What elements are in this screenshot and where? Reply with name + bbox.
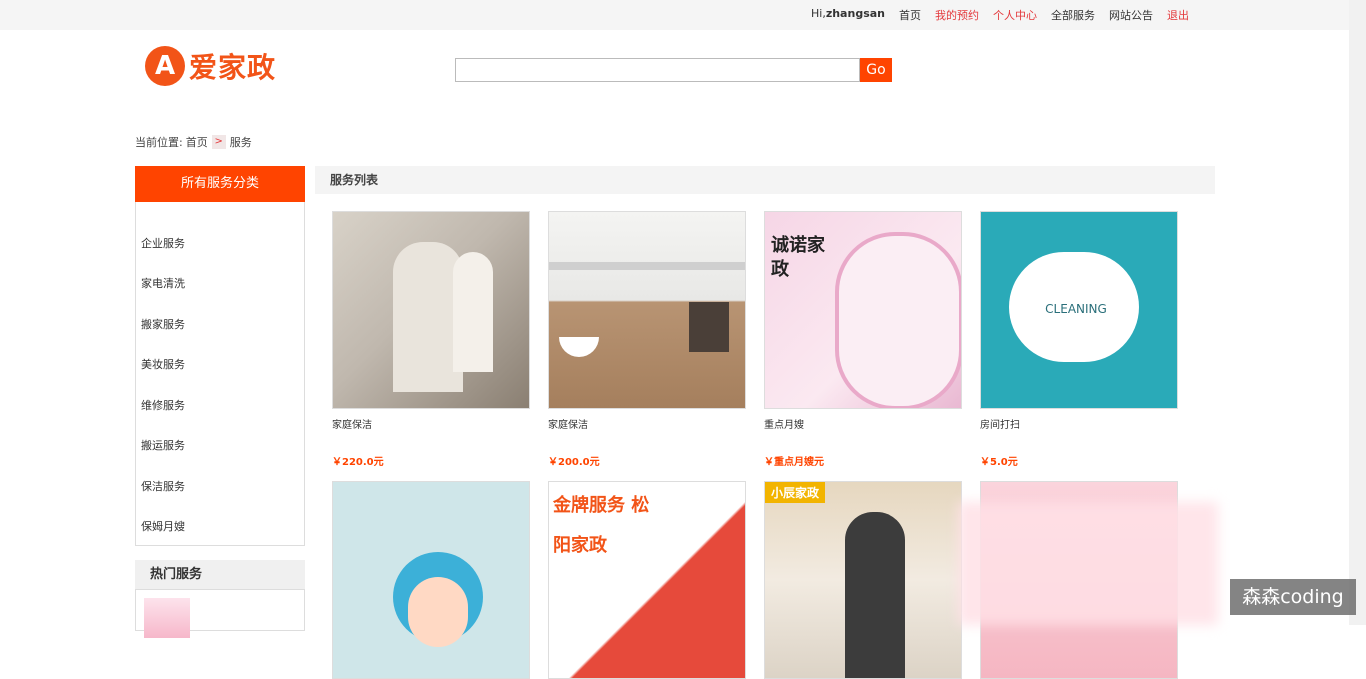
nav-all-services-link[interactable]: 全部服务 — [1051, 7, 1095, 23]
service-name[interactable]: 重点月嫂 — [764, 416, 962, 431]
service-price: ￥200.0元 — [548, 457, 600, 468]
breadcrumb-separator-icon: > — [211, 135, 226, 149]
service-name[interactable]: 家庭保洁 — [332, 416, 530, 431]
service-card[interactable]: CLEANING 房间打扫 ￥5.0元 — [980, 211, 1178, 468]
logo-mark: A — [145, 46, 185, 86]
breadcrumb-home-link[interactable]: 首页 — [186, 134, 208, 150]
nav-logout-link[interactable]: 退出 — [1167, 7, 1189, 23]
category-item[interactable]: 家电清洗 — [141, 275, 185, 291]
watermark-label: 森森coding — [1230, 579, 1356, 615]
service-card[interactable]: 小辰家政 — [764, 481, 962, 679]
service-name[interactable]: 家庭保洁 — [548, 416, 746, 431]
nav-user-center-link[interactable]: 个人中心 — [993, 7, 1037, 23]
hot-services-title: 热门服务 — [150, 567, 203, 582]
service-list-header: 服务列表 — [315, 166, 1215, 194]
greeting-prefix: Hi, — [811, 7, 826, 20]
service-image[interactable] — [332, 211, 530, 409]
category-item[interactable]: 保洁服务 — [141, 478, 185, 494]
category-header: 所有服务分类 — [135, 166, 305, 202]
hot-service-thumbnail[interactable] — [144, 598, 190, 638]
service-image[interactable]: 金牌服务 松阳家政 — [548, 481, 746, 679]
category-item[interactable]: 搬运服务 — [141, 437, 185, 453]
top-bar: Hi,zhangsan 首页 我的预约 个人中心 全部服务 网站公告 退出 — [0, 0, 1349, 30]
nav-my-bookings-link[interactable]: 我的预约 — [935, 7, 979, 23]
logo-text: 爱家政 — [189, 51, 277, 84]
service-price: ￥5.0元 — [980, 457, 1018, 468]
search-button[interactable]: Go — [860, 58, 892, 82]
service-card[interactable]: 诚诺家政 重点月嫂 ￥重点月嫂元 — [764, 211, 962, 468]
service-image[interactable] — [548, 211, 746, 409]
search-input[interactable] — [455, 58, 860, 82]
service-image[interactable]: 诚诺家政 — [764, 211, 962, 409]
service-card[interactable]: 金牌服务 松阳家政 — [548, 481, 746, 679]
top-nav: Hi,zhangsan 首页 我的预约 个人中心 全部服务 网站公告 退出 — [797, 7, 1189, 23]
breadcrumb: 当前位置: 首页 > 服务 — [135, 134, 252, 150]
image-caption: 小辰家政 — [765, 482, 826, 503]
service-card[interactable]: 家庭保洁 ￥200.0元 — [548, 211, 746, 468]
service-image[interactable]: CLEANING — [980, 211, 1178, 409]
service-image[interactable] — [332, 481, 530, 679]
service-card[interactable]: 家庭保洁 ￥220.0元 — [332, 211, 530, 468]
category-list: 企业服务 家电清洗 搬家服务 美妆服务 维修服务 搬运服务 保洁服务 保姆月嫂 — [135, 202, 305, 546]
image-caption: 金牌服务 松阳家政 — [553, 495, 650, 556]
category-item[interactable]: 维修服务 — [141, 397, 185, 413]
user-greeting: Hi,zhangsan — [811, 7, 885, 23]
category-item[interactable]: 企业服务 — [141, 235, 185, 251]
username: zhangsan — [825, 7, 885, 20]
service-price: ￥重点月嫂元 — [764, 457, 824, 468]
service-name[interactable]: 房间打扫 — [980, 416, 1178, 431]
service-image[interactable]: 小辰家政 — [764, 481, 962, 679]
blur-overlay — [958, 502, 1218, 625]
service-card[interactable] — [332, 481, 530, 679]
page-scrollbar[interactable] — [1349, 0, 1366, 625]
image-caption: 诚诺家政 — [771, 235, 825, 280]
site-logo[interactable]: A 爱家政 — [145, 46, 276, 86]
hot-services-header: 热门服务 — [135, 560, 305, 589]
nav-announcements-link[interactable]: 网站公告 — [1109, 7, 1153, 23]
image-caption: CLEANING — [1045, 302, 1107, 316]
nav-home-link[interactable]: 首页 — [899, 7, 921, 23]
category-item[interactable]: 保姆月嫂 — [141, 518, 185, 534]
service-list-title: 服务列表 — [330, 173, 379, 187]
service-price: ￥220.0元 — [332, 457, 384, 468]
breadcrumb-current: 服务 — [229, 136, 252, 149]
breadcrumb-prefix: 当前位置: — [135, 136, 183, 149]
category-item[interactable]: 美妆服务 — [141, 356, 185, 372]
category-item[interactable]: 搬家服务 — [141, 316, 185, 332]
